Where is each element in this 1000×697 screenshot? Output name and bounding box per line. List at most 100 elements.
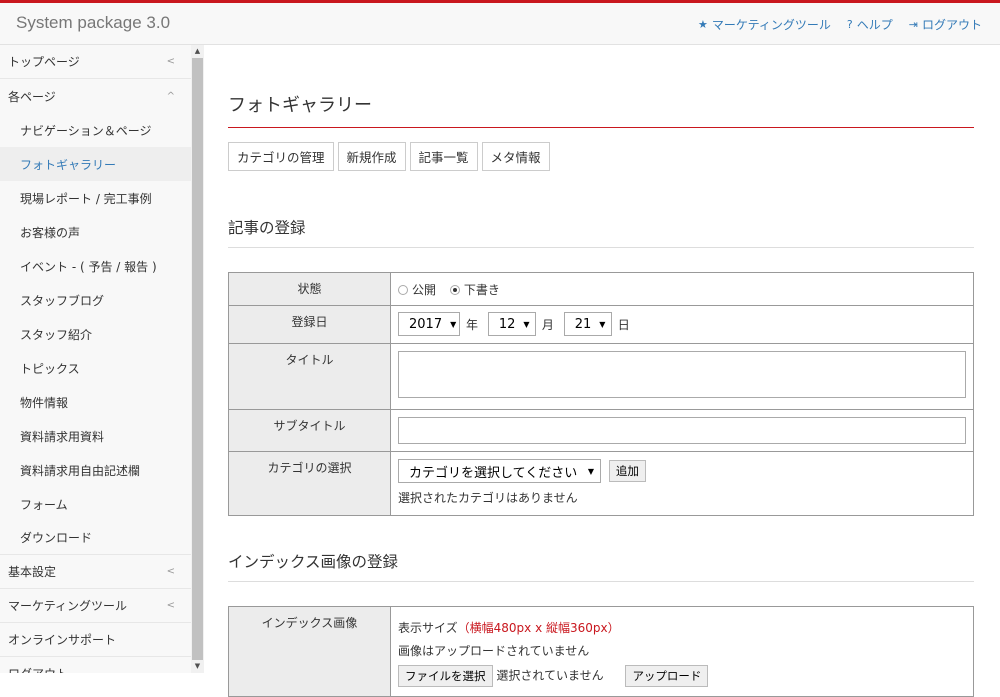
month-value: 12 [498, 316, 516, 332]
year-value: 2017 [409, 316, 443, 332]
help-link[interactable]: ? ヘルプ [847, 16, 893, 33]
status-label: 状態 [228, 272, 391, 306]
category-label: カテゴリの選択 [228, 451, 391, 516]
sidebar-subitem[interactable]: 物件情報 [0, 385, 191, 419]
tab-article-list[interactable]: 記事一覧 [409, 142, 478, 171]
day-select[interactable]: 21 ▼ [563, 312, 612, 336]
subtitle-field [390, 409, 974, 452]
sidebar-item-label: 物件情報 [20, 395, 69, 410]
sidebar-item-top[interactable]: トップページ < [0, 45, 191, 79]
sidebar-item-label: お客様の声 [20, 225, 81, 240]
choose-file-button[interactable]: ファイルを選択 [398, 665, 493, 687]
chevron-down-icon: ▼ [523, 319, 530, 329]
sidebar-item-label: 資料請求用資料 [20, 429, 105, 444]
index-image-label: インデックス画像 [228, 606, 391, 697]
sidebar-item-label: オンラインサポート [8, 633, 117, 647]
logout-link[interactable]: ⇥ ログアウト [909, 16, 982, 33]
sidebar-subitem[interactable]: スタッフブログ [0, 283, 191, 317]
month-select[interactable]: 12 ▼ [487, 312, 536, 336]
year-select[interactable]: 2017 ▼ [398, 312, 460, 336]
file-status-text: 選択されていません [496, 668, 604, 683]
sidebar-item-label: トピックス [20, 361, 80, 376]
sidebar-item-label: フォトギャラリー [20, 157, 117, 172]
logout-icon: ⇥ [908, 18, 918, 31]
article-form: 状態 公開 下書き 登録日 2017 ▼ 年 12 ▼ 月 21 ▼ 日 タイトル サブタイ… [228, 272, 974, 516]
subtitle-label: サブタイトル [228, 409, 391, 452]
section-title-article: 記事の登録 [228, 216, 974, 248]
section-title-index: インデックス画像の登録 [228, 550, 974, 582]
sidebar-item-label: イベント - ( 予告 / 報告 ) [20, 259, 157, 274]
tab-new[interactable]: 新規作成 [337, 142, 406, 171]
sidebar-item-label: スタッフ紹介 [20, 327, 93, 342]
date-label: 登録日 [228, 305, 391, 344]
radio-public[interactable]: 公開 [398, 281, 436, 298]
radio-circle-icon [398, 284, 408, 295]
add-category-button[interactable]: 追加 [608, 460, 646, 482]
scroll-down-icon[interactable]: ▼ [191, 660, 204, 673]
day-unit: 日 [617, 317, 630, 332]
sidebar-item-logout[interactable]: ログアウト [0, 657, 191, 673]
day-value: 21 [574, 316, 592, 332]
sidebar-item-label: ダウンロード [20, 531, 93, 545]
sidebar-item-marketing[interactable]: マーケティングツール < [0, 589, 191, 623]
sidebar-subitem[interactable]: ナビゲーション＆ページ [0, 113, 191, 147]
title-textarea[interactable] [398, 351, 966, 398]
index-image-field: 表示サイズ（横幅480px x 縦幅360px） 画像はアップロードされていませ… [390, 606, 974, 697]
sidebar-subitem[interactable]: お客様の声 [0, 215, 191, 249]
sidebar-item-label: マーケティングツール [8, 599, 128, 613]
chevron-left-icon: < [166, 600, 175, 611]
star-icon: ★ [697, 18, 708, 31]
page-title: フォトギャラリー [228, 91, 974, 128]
category-field: カテゴリを選択してください ▼ 追加 選択されたカテゴリはありません [390, 451, 974, 516]
radio-draft[interactable]: 下書き [449, 281, 500, 298]
tab-meta[interactable]: メタ情報 [481, 142, 550, 171]
sidebar-subitem[interactable]: ダウンロード [0, 521, 191, 555]
brand-title: System package 3.0 [16, 13, 171, 32]
logout-label: ログアウト [921, 18, 982, 32]
title-field [390, 343, 974, 410]
index-image-form: インデックス画像 表示サイズ（横幅480px x 縦幅360px） 画像はアップ… [228, 606, 974, 697]
sidebar-scrollbar[interactable]: ▲ ▼ [191, 45, 204, 673]
scroll-thumb[interactable] [192, 58, 203, 660]
help-label: ヘルプ [856, 18, 893, 32]
sidebar-item-pages[interactable]: 各ページ ^ [0, 79, 191, 113]
radio-label: 下書き [463, 283, 500, 297]
size-label: 表示サイズ [398, 621, 458, 635]
month-unit: 月 [541, 317, 554, 332]
sidebar-item-support[interactable]: オンラインサポート [0, 623, 191, 657]
sidebar-subitem[interactable]: スタッフ紹介 [0, 317, 191, 351]
sidebar-item-basic[interactable]: 基本設定 < [0, 555, 191, 589]
size-value: （横幅480px x 縦幅360px） [457, 621, 620, 635]
sidebar-subitem[interactable]: フォーム [0, 487, 191, 521]
category-select[interactable]: カテゴリを選択してください ▼ [398, 459, 601, 483]
title-label: タイトル [228, 343, 391, 410]
sidebar-item-label: 基本設定 [8, 565, 57, 579]
sidebar-subitem[interactable]: トピックス [0, 351, 191, 385]
subtitle-input[interactable] [398, 417, 966, 444]
marketing-tool-link[interactable]: ★ マーケティングツール [698, 16, 831, 33]
tab-category-manage[interactable]: カテゴリの管理 [228, 142, 334, 171]
category-none-text: 選択されたカテゴリはありません [398, 491, 578, 505]
chevron-down-icon: ▼ [599, 319, 606, 329]
radio-label: 公開 [412, 283, 437, 297]
chevron-down-icon: ▼ [587, 466, 594, 476]
sidebar-item-label: 各ページ [8, 89, 56, 104]
sidebar-subitem[interactable]: 資料請求用資料 [0, 419, 191, 453]
help-icon: ? [846, 18, 853, 31]
sidebar-subitem-active[interactable]: フォトギャラリー [0, 147, 191, 181]
chevron-up-icon: ^ [166, 90, 175, 102]
sidebar-subitem[interactable]: 現場レポート / 完工事例 [0, 181, 191, 215]
status-field: 公開 下書き [390, 272, 974, 306]
date-field: 2017 ▼ 年 12 ▼ 月 21 ▼ 日 [390, 305, 974, 344]
top-nav: ★ マーケティングツール ? ヘルプ ⇥ ログアウト [698, 16, 982, 33]
sidebar-subitem[interactable]: イベント - ( 予告 / 報告 ) [0, 249, 191, 283]
upload-button[interactable]: アップロード [625, 665, 709, 687]
action-tabs: カテゴリの管理 新規作成 記事一覧 メタ情報 [228, 142, 974, 171]
sidebar-item-label: ナビゲーション＆ページ [20, 123, 152, 138]
image-none-text: 画像はアップロードされていません [398, 644, 590, 658]
sidebar-item-label: 現場レポート / 完工事例 [20, 191, 152, 206]
category-placeholder: カテゴリを選択してください [409, 465, 578, 481]
sidebar-subitem[interactable]: 資料請求用自由記述欄 [0, 453, 191, 487]
scroll-up-icon[interactable]: ▲ [191, 45, 204, 58]
main-content: フォトギャラリー カテゴリの管理 新規作成 記事一覧 メタ情報 記事の登録 状態… [228, 45, 974, 697]
